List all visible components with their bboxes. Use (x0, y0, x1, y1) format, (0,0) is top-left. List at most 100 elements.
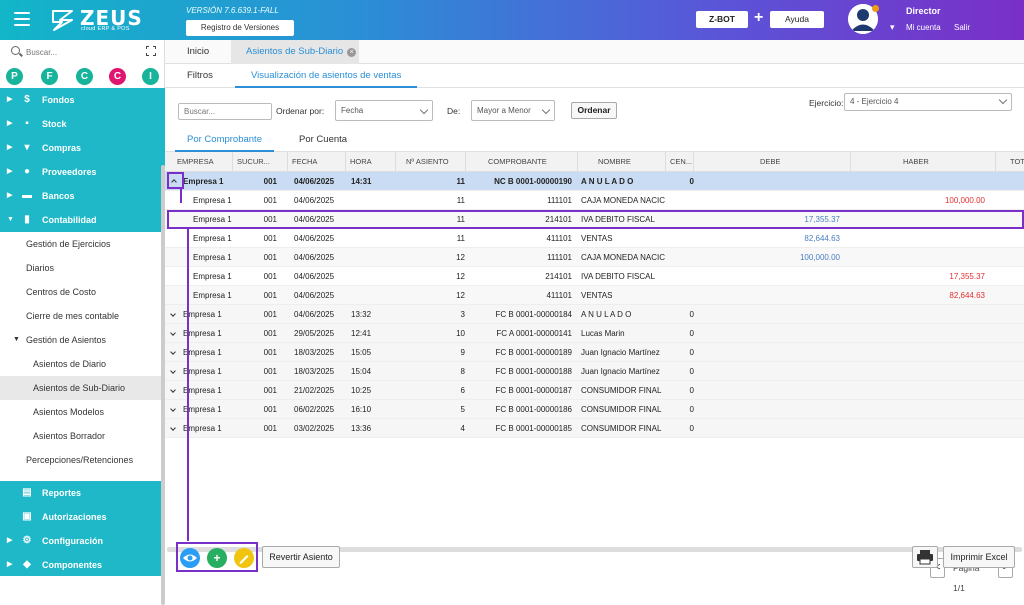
sidebar-item-reportes[interactable]: ▤ Reportes (0, 481, 165, 505)
sidebar-item-asientos-borrador[interactable]: Asientos Borrador (0, 424, 165, 448)
chevron-down-icon[interactable]: ▾ (890, 22, 895, 33)
cell-comprobante: 214101 (545, 272, 572, 281)
sidebar-item-asientos-modelos[interactable]: Asientos Modelos (0, 400, 165, 424)
add-button[interactable]: + (207, 548, 227, 568)
caret-right-icon: ▶ (7, 192, 13, 199)
edit-button[interactable] (234, 548, 254, 568)
sidebar-item-asientos-sub-diario[interactable]: Asientos de Sub-Diario (0, 376, 165, 400)
cell-asiento: 4 (460, 424, 465, 433)
registro-versiones-button[interactable]: Registro de Versiones (186, 20, 294, 36)
hamburger-menu-icon[interactable] (14, 12, 30, 26)
col-sucursal[interactable]: SUCUR... (233, 152, 288, 172)
sidebar-item-gestion-ejercicios[interactable]: Gestión de Ejercicios (0, 232, 165, 256)
salir-link[interactable]: Salir (954, 23, 970, 32)
sidebar-item-percepciones[interactable]: Percepciones/Retenciones (0, 448, 165, 472)
table-row[interactable]: Empresa 1 001 04/06/2025 12 111101 CAJA MONED… (165, 248, 1024, 267)
col-centro[interactable]: CEN... (666, 152, 694, 172)
favorite-c-pink[interactable]: C (109, 68, 126, 85)
cell-comprobante: FC B 0001-00000184 (495, 310, 573, 319)
table-row[interactable]: Empresa 1 001 04/06/2025 11 111101 CAJA MONED… (165, 191, 1024, 210)
mi-cuenta-link[interactable]: Mi cuenta (906, 23, 941, 32)
col-asiento[interactable]: Nº ASIENTO (396, 152, 466, 172)
imprimir-excel-button[interactable]: Imprimir Excel (943, 546, 1015, 568)
sidebar-item-componentes[interactable]: ▶ ◆ Componentes (0, 553, 165, 577)
ordenar-por-select[interactable]: Fecha (335, 100, 433, 121)
table-row[interactable]: Empresa 1 001 04/06/2025 12 411101 VENTAS 82,6… (165, 286, 1024, 305)
table-row[interactable]: Empresa 1 001 29/05/2025 12:41 10 FC A 0001-0… (165, 324, 1024, 343)
table-row[interactable]: Empresa 1 001 04/06/2025 12 214101 IVA DEBITO… (165, 267, 1024, 286)
table-row[interactable]: Empresa 1 001 21/02/2025 10:25 6 FC B 0001-00… (165, 381, 1024, 400)
cell-nombre: CONSUMIDOR FINAL (581, 386, 662, 395)
col-hora[interactable]: HORA (346, 152, 396, 172)
tab-inicio[interactable]: Inicio (175, 40, 225, 64)
chevron-down-icon[interactable] (170, 406, 176, 412)
sidebar-item-contabilidad[interactable]: ▼ ▮ Contabilidad (0, 208, 165, 232)
de-select[interactable]: Mayor a Menor (471, 100, 555, 121)
tab-por-cuenta[interactable]: Por Cuenta (299, 128, 347, 152)
sidebar-item-cierre-mes[interactable]: Cierre de mes contable (0, 304, 165, 328)
close-icon[interactable]: × (347, 48, 357, 57)
cell-haber (851, 172, 985, 191)
col-fecha[interactable]: FECHA (288, 152, 346, 172)
sidebar-item-asientos-diario[interactable]: Asientos de Diario (0, 352, 165, 376)
tab-filtros[interactable]: Filtros (187, 64, 213, 88)
col-debe[interactable]: DEBE (694, 152, 851, 172)
favorite-c[interactable]: C (76, 68, 93, 85)
contabilidad-submenu: Gestión de Ejercicios Diarios Centros de… (0, 232, 165, 472)
cell-centro: 0 (689, 405, 694, 414)
sidebar-search-input[interactable] (26, 45, 126, 59)
favorite-i[interactable]: I (142, 68, 159, 85)
sidebar-item-diarios[interactable]: Diarios (0, 256, 165, 280)
sidebar-item-proveedores[interactable]: ▶ ● Proveedores (0, 160, 165, 184)
sidebar-item-gestion-asientos[interactable]: ▼ Gestión de Asientos (0, 328, 165, 352)
user-name: Director (906, 6, 941, 16)
chevron-down-icon[interactable] (170, 425, 176, 431)
chevron-down-icon[interactable] (170, 368, 176, 374)
favorite-p[interactable]: P (6, 68, 23, 85)
ejercicio-select[interactable]: 4 - Ejercicio 4 (844, 93, 1012, 111)
col-nombre[interactable]: NOMBRE (578, 152, 666, 172)
table-row[interactable]: Empresa 1 001 04/06/2025 14:31 11 NC B 0001-0… (165, 172, 1024, 191)
buscar-input[interactable] (178, 103, 272, 120)
chevron-down-icon[interactable] (170, 311, 176, 317)
zbot-button[interactable]: Z-BOT (696, 11, 748, 28)
table-row[interactable]: Empresa 1 001 04/06/2025 11 411101 VENTAS 82,6… (165, 229, 1024, 248)
cell-nombre: VENTAS (581, 291, 613, 300)
ordenar-button[interactable]: Ordenar (571, 102, 617, 119)
cell-sucursal: 001 (263, 253, 277, 262)
table-row[interactable]: Empresa 1 001 03/02/2025 13:36 4 FC B 0001-00… (165, 419, 1024, 438)
sidebar-item-centros-costo[interactable]: Centros de Costo (0, 280, 165, 304)
table-row[interactable]: Empresa 1 001 06/02/2025 16:10 5 FC B 0001-00… (165, 400, 1024, 419)
sidebar-item-autorizaciones[interactable]: ▣ Autorizaciones (0, 505, 165, 529)
cell-sucursal: 001 (263, 405, 277, 414)
table-row[interactable]: Empresa 1 001 18/03/2025 15:05 9 FC B 0001-00… (165, 343, 1024, 362)
col-haber[interactable]: HABER (851, 152, 996, 172)
chevron-down-icon[interactable] (170, 387, 176, 393)
view-button[interactable] (180, 548, 200, 568)
tab-asientos-sub-diario[interactable]: Asientos de Sub-Diario × (231, 40, 359, 64)
cell-sucursal: 001 (263, 310, 277, 319)
tab-por-comprobante[interactable]: Por Comprobante (175, 128, 274, 152)
table-row[interactable]: Empresa 1 001 18/03/2025 15:04 8 FC B 0001-00… (165, 362, 1024, 381)
chevron-down-icon[interactable] (170, 330, 176, 336)
expand-icon[interactable] (146, 46, 156, 56)
chevron-down-icon[interactable] (170, 349, 176, 355)
col-comprobante[interactable]: COMPROBANTE (466, 152, 578, 172)
favorite-f[interactable]: F (41, 68, 58, 85)
col-total[interactable]: TOT (996, 152, 1024, 172)
revertir-asiento-button[interactable]: Revertir Asiento (262, 546, 340, 568)
sidebar-item-compras[interactable]: ▶ ▾ Compras (0, 136, 165, 160)
print-button[interactable] (912, 546, 938, 568)
table-row[interactable]: Empresa 1 001 04/06/2025 13:32 3 FC B 0001-00… (165, 305, 1024, 324)
tab-visualizacion[interactable]: Visualización de asientos de ventas (235, 64, 418, 88)
ayuda-button[interactable]: Ayuda (770, 11, 824, 28)
cell-centro: 0 (689, 424, 694, 433)
sidebar-item-configuracion[interactable]: ▶ ⚙ Configuración (0, 529, 165, 553)
cell-hora: 13:32 (351, 310, 372, 319)
cell-haber (851, 381, 985, 400)
col-empresa[interactable]: EMPRESA (173, 152, 233, 172)
sidebar-item-stock[interactable]: ▶ ▪ Stock (0, 112, 165, 136)
tag-icon: ◆ (23, 559, 31, 570)
sidebar-item-fondos[interactable]: ▶ $ Fondos (0, 88, 165, 112)
sidebar-item-bancos[interactable]: ▶ ▬ Bancos (0, 184, 165, 208)
